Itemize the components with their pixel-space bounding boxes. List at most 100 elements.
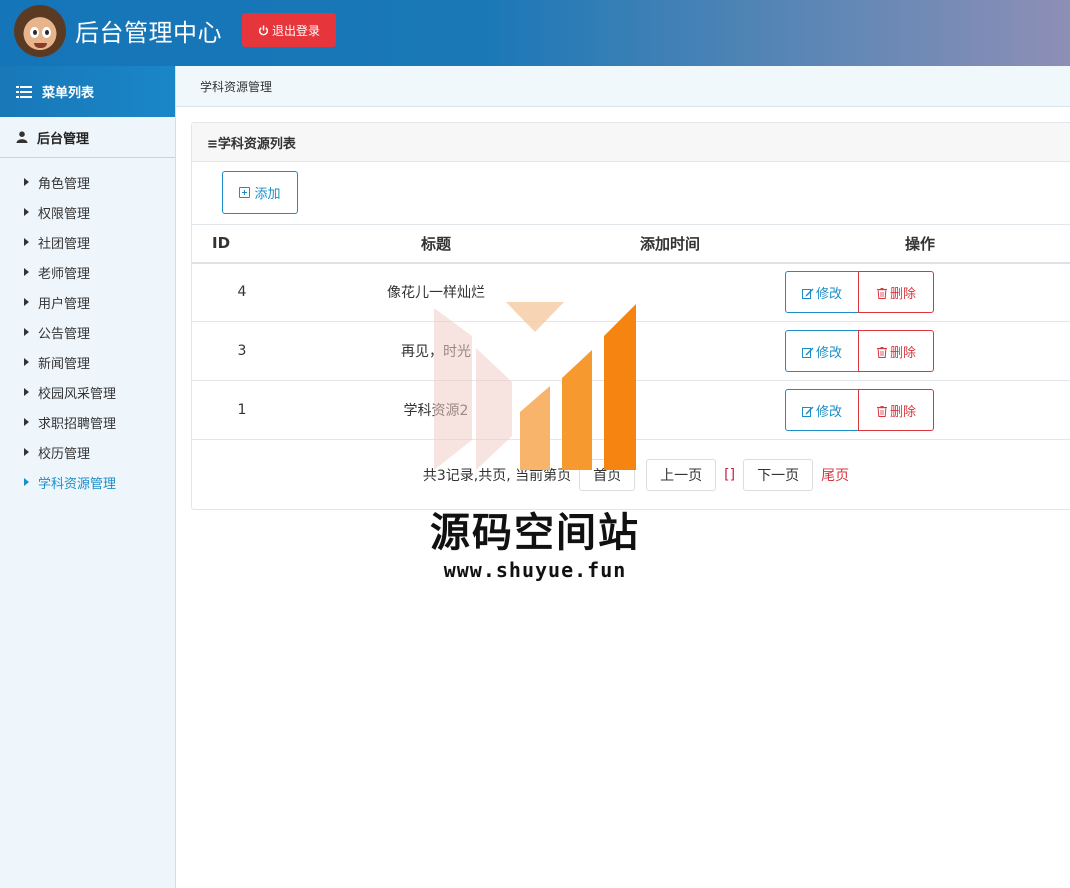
cell-title: 像花儿一样灿烂: [292, 262, 580, 322]
sidebar-item-role[interactable]: 角色管理: [0, 167, 175, 197]
cell-actions: 修改 删除: [760, 262, 1070, 322]
delete-label: 删除: [889, 285, 916, 301]
sidebar-item-permission[interactable]: 权限管理: [0, 197, 175, 227]
caret-right-icon: [24, 328, 29, 336]
power-icon: [258, 24, 269, 36]
resource-table: ID 标题 添加时间 操作 4 像花儿一样灿烂 修改 删除 3 再见，时光 修改…: [192, 224, 1070, 440]
menu-header: 菜单列表: [0, 66, 175, 117]
cell-id: 1: [192, 380, 292, 440]
breadcrumb-current: 学科资源管理: [200, 79, 273, 94]
prev-page-button[interactable]: 上一页: [646, 459, 717, 491]
cell-id: 4: [192, 262, 292, 322]
sidebar-menu: 角色管理 权限管理 社团管理 老师管理 用户管理 公告管理 新闻管理 校园风采管…: [0, 158, 175, 497]
edit-button[interactable]: 修改: [785, 389, 859, 431]
panel-title: ≡学科资源列表: [192, 123, 1070, 162]
breadcrumb: 学科资源管理: [176, 66, 1070, 107]
cell-id: 3: [192, 321, 292, 381]
edit-button[interactable]: 修改: [785, 330, 859, 372]
user-icon: [16, 131, 28, 143]
sidebar-item-label: 学科资源管理: [38, 476, 117, 492]
sidebar-item-subject-resources[interactable]: 学科资源管理: [0, 467, 175, 497]
sidebar-item-club[interactable]: 社团管理: [0, 227, 175, 257]
cell-time: [580, 380, 760, 440]
pagination-info: 共3记录,共页, 当前第页: [422, 468, 572, 484]
trash-icon: [876, 405, 888, 417]
sidebar-item-label: 公告管理: [38, 326, 91, 342]
cell-time: [580, 321, 760, 381]
avatar: [14, 5, 66, 57]
add-button[interactable]: 添加: [222, 171, 298, 214]
table-row: 3 再见，时光 修改 删除: [192, 321, 1070, 381]
edit-icon: [801, 346, 814, 358]
cell-actions: 修改 删除: [760, 380, 1070, 440]
column-header-title: 标题: [292, 224, 580, 264]
table-row: 4 像花儿一样灿烂 修改 删除: [192, 262, 1070, 322]
edit-label: 修改: [815, 285, 842, 301]
column-header-actions: 操作: [760, 224, 1070, 264]
caret-right-icon: [24, 388, 29, 396]
watermark-url: www.shuyue.fun: [443, 558, 627, 582]
caret-right-icon: [24, 178, 29, 186]
edit-label: 修改: [815, 403, 842, 419]
group-title: 后台管理: [37, 131, 90, 147]
delete-button[interactable]: 删除: [858, 271, 934, 314]
delete-button[interactable]: 删除: [858, 330, 934, 372]
sidebar-item-label: 角色管理: [38, 176, 91, 192]
sidebar: 菜单列表 后台管理 角色管理 权限管理 社团管理 老师管理 用户管理 公告管理 …: [0, 66, 176, 888]
sidebar-item-label: 老师管理: [38, 266, 91, 282]
caret-right-icon: [24, 208, 29, 216]
sidebar-item-teacher[interactable]: 老师管理: [0, 257, 175, 287]
sidebar-item-label: 校园风采管理: [38, 386, 117, 402]
logout-button[interactable]: 退出登录: [242, 13, 336, 47]
trash-icon: [876, 346, 888, 358]
caret-right-icon: [24, 238, 29, 246]
menu-title: 菜单列表: [42, 86, 95, 101]
table-header-row: ID 标题 添加时间 操作: [192, 224, 1070, 264]
caret-right-icon: [24, 298, 29, 306]
first-page-button[interactable]: 首页: [579, 459, 636, 491]
sidebar-group-admin[interactable]: 后台管理: [0, 117, 175, 158]
caret-right-icon: [24, 478, 29, 486]
sidebar-item-label: 用户管理: [38, 296, 91, 312]
add-label: 添加: [254, 186, 281, 201]
edit-button[interactable]: 修改: [785, 271, 859, 314]
sidebar-item-news[interactable]: 新闻管理: [0, 347, 175, 377]
edit-icon: [801, 405, 814, 417]
sidebar-item-label: 新闻管理: [38, 356, 91, 372]
column-header-id: ID: [192, 224, 292, 264]
app-title: 后台管理中心: [75, 19, 222, 47]
sidebar-item-label: 校历管理: [38, 446, 91, 462]
table-row: 1 学科资源2 修改 删除: [192, 380, 1070, 440]
edit-label: 修改: [815, 344, 842, 360]
cell-time: [580, 262, 760, 322]
sidebar-item-label: 社团管理: [38, 236, 91, 252]
caret-right-icon: [24, 448, 29, 456]
logout-label: 退出登录: [271, 23, 320, 38]
cell-title: 再见，时光: [292, 321, 580, 381]
cell-actions: 修改 删除: [760, 321, 1070, 381]
last-page-link[interactable]: 尾页: [821, 465, 849, 485]
sidebar-item-label: 求职招聘管理: [38, 416, 117, 432]
plus-square-icon: [239, 187, 251, 198]
sidebar-item-calendar[interactable]: 校历管理: [0, 437, 175, 467]
edit-icon: [801, 287, 814, 299]
sidebar-item-notice[interactable]: 公告管理: [0, 317, 175, 347]
list-icon: [16, 85, 32, 98]
sidebar-item-label: 权限管理: [38, 206, 91, 222]
pagination: 共3记录,共页, 当前第页 首页 上一页 [] 下一页 尾页: [192, 459, 1070, 491]
sidebar-item-jobs[interactable]: 求职招聘管理: [0, 407, 175, 437]
caret-right-icon: [24, 358, 29, 366]
sidebar-item-campus[interactable]: 校园风采管理: [0, 377, 175, 407]
delete-label: 删除: [889, 403, 916, 419]
resource-list-panel: ≡学科资源列表 添加 ID 标题 添加时间 操作 4 像花儿一样灿烂 修改 删除…: [191, 122, 1070, 510]
trash-icon: [876, 287, 888, 299]
sidebar-item-user[interactable]: 用户管理: [0, 287, 175, 317]
delete-label: 删除: [889, 344, 916, 360]
next-page-button[interactable]: 下一页: [743, 459, 814, 491]
current-page: []: [724, 467, 736, 483]
top-header: 后台管理中心 退出登录: [0, 0, 1070, 66]
caret-right-icon: [24, 418, 29, 426]
delete-button[interactable]: 删除: [858, 389, 934, 431]
column-header-time: 添加时间: [580, 224, 760, 264]
cell-title: 学科资源2: [292, 380, 580, 440]
